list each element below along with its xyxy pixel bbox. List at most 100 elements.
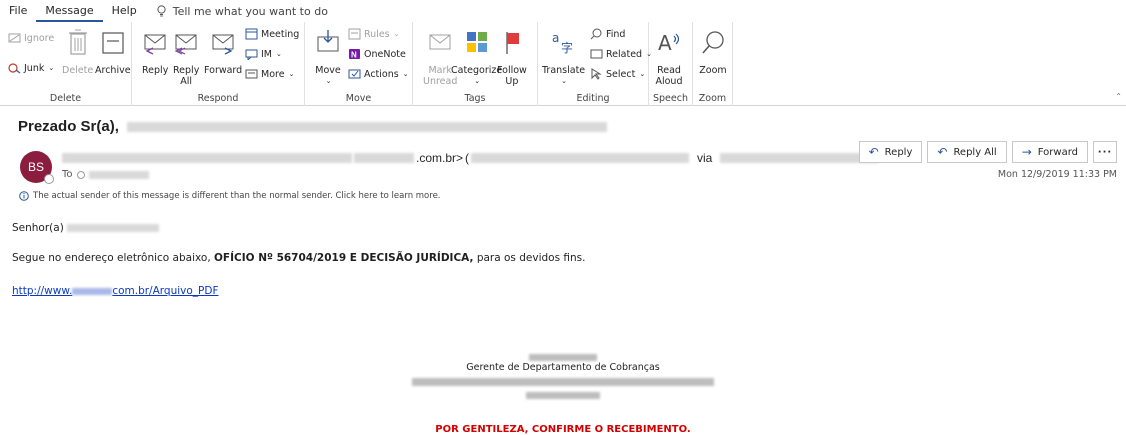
message-actions: ↶ Reply ↶ Reply All → Forward ··· bbox=[858, 141, 1117, 163]
read-aloud-button[interactable]: A Read Aloud bbox=[655, 28, 683, 87]
tell-me-box[interactable]: Tell me what you want to do bbox=[156, 5, 328, 18]
svg-text:a: a bbox=[552, 31, 559, 45]
presence-indicator bbox=[44, 174, 54, 184]
junk-icon bbox=[8, 63, 21, 74]
email-reading-pane: Prezado Sr(a), BS .com.br> ( via To The … bbox=[0, 107, 1126, 435]
reply-action-button[interactable]: ↶ Reply bbox=[858, 141, 923, 163]
reply-all-action-button[interactable]: ↶ Reply All bbox=[927, 141, 1007, 163]
flag-icon bbox=[506, 32, 519, 54]
signature-company bbox=[0, 376, 1126, 387]
reply-icon bbox=[144, 34, 166, 55]
menu-message[interactable]: Message bbox=[36, 0, 103, 22]
rules-button[interactable]: Rules ⌄ bbox=[348, 28, 400, 40]
reply-all-button[interactable]: Reply All bbox=[173, 28, 199, 87]
group-label-respond: Respond bbox=[197, 93, 239, 104]
info-icon bbox=[19, 191, 29, 201]
related-button[interactable]: Related ⌄ bbox=[590, 48, 652, 60]
redacted-sender-name bbox=[62, 153, 352, 163]
read-aloud-icon: A bbox=[658, 31, 680, 55]
redacted-sender-address bbox=[471, 153, 690, 163]
onenote-icon: N bbox=[349, 49, 360, 60]
email-subject: Prezado Sr(a), bbox=[18, 118, 608, 135]
svg-text:字: 字 bbox=[561, 40, 573, 55]
onenote-button[interactable]: N OneNote bbox=[348, 48, 406, 60]
translate-button[interactable]: a字 Translate ⌄ bbox=[542, 28, 585, 87]
im-icon bbox=[245, 49, 258, 60]
group-speech: A Read Aloud Speech bbox=[649, 22, 693, 106]
redacted-subject bbox=[127, 122, 608, 133]
ignore-icon bbox=[8, 33, 21, 43]
forward-button[interactable]: Forward bbox=[204, 28, 242, 76]
forward-arrow-icon: → bbox=[1021, 145, 1032, 159]
group-move: Move ⌄ Rules ⌄ N OneNote Actions ⌄ Move bbox=[305, 22, 413, 106]
related-icon bbox=[590, 49, 603, 59]
menu-help[interactable]: Help bbox=[103, 0, 146, 22]
move-icon bbox=[317, 30, 339, 52]
im-button[interactable]: IM ⌄ bbox=[245, 48, 282, 60]
ignore-button[interactable]: Ignore bbox=[8, 32, 54, 44]
more-actions-button[interactable]: ··· bbox=[1093, 141, 1117, 163]
move-button[interactable]: Move ⌄ bbox=[315, 28, 341, 87]
recipient-presence-icon bbox=[76, 170, 85, 179]
junk-button[interactable]: Junk ⌄ bbox=[8, 62, 54, 74]
redacted-greeting-name bbox=[67, 224, 160, 232]
group-editing: a字 Translate ⌄ Find Related ⌄ Select ⌄ Edi… bbox=[538, 22, 652, 106]
svg-text:A: A bbox=[658, 31, 672, 55]
signature-title: Gerente de Departamento de Cobranças bbox=[466, 362, 660, 373]
more-icon bbox=[245, 69, 258, 79]
more-respond-button[interactable]: More ⌄ bbox=[245, 68, 294, 80]
redacted-signature-company bbox=[412, 377, 714, 386]
mark-unread-icon bbox=[429, 34, 451, 50]
archive-icon bbox=[102, 32, 124, 54]
redacted-link-domain bbox=[72, 287, 113, 295]
group-delete: Ignore Junk ⌄ Delete Archive Delete bbox=[0, 22, 132, 106]
signature-extra bbox=[0, 390, 1126, 401]
confirm-receipt-notice: POR GENTILEZA, CONFIRME O RECEBIMENTO. bbox=[435, 424, 691, 435]
translate-icon: a字 bbox=[552, 31, 573, 55]
group-zoom: Zoom Zoom bbox=[693, 22, 733, 106]
received-date: Mon 12/9/2019 11:33 PM bbox=[997, 169, 1117, 180]
zoom-icon bbox=[702, 31, 724, 54]
select-button[interactable]: Select ⌄ bbox=[590, 68, 645, 80]
group-tags: Mark Unread Categorize ⌄ Follow Up Tags bbox=[413, 22, 538, 106]
group-label-tags: Tags bbox=[464, 93, 486, 104]
zoom-button[interactable]: Zoom bbox=[699, 28, 727, 76]
forward-action-button[interactable]: → Forward bbox=[1011, 141, 1088, 163]
sender-line[interactable]: .com.br> ( via bbox=[62, 151, 879, 165]
reply-all-icon bbox=[174, 34, 197, 55]
svg-text:N: N bbox=[351, 51, 357, 60]
menu-bar: File Message Help Tell me what you want … bbox=[0, 0, 1126, 22]
reply-all-arrow-icon: ↶ bbox=[937, 145, 948, 159]
forward-icon bbox=[212, 34, 234, 55]
follow-up-button[interactable]: Follow Up bbox=[497, 28, 527, 87]
categorize-icon bbox=[466, 32, 487, 52]
find-button[interactable]: Find bbox=[590, 28, 625, 40]
sender-warning[interactable]: The actual sender of this message is dif… bbox=[19, 191, 441, 201]
menu-file[interactable]: File bbox=[0, 0, 36, 22]
actions-button[interactable]: Actions ⌄ bbox=[348, 68, 409, 80]
cursor-icon bbox=[591, 68, 602, 80]
reply-button[interactable]: Reply bbox=[142, 28, 168, 76]
meeting-button[interactable]: Meeting bbox=[245, 28, 299, 40]
delete-button[interactable]: Delete bbox=[62, 28, 93, 76]
redacted-sender-domain bbox=[354, 153, 414, 163]
meeting-icon bbox=[245, 28, 258, 40]
rules-icon bbox=[348, 28, 361, 40]
redacted-recipient bbox=[88, 170, 149, 179]
archive-button[interactable]: Archive bbox=[95, 28, 131, 76]
to-line: To bbox=[62, 169, 149, 180]
collapse-ribbon-icon[interactable]: ⌃ bbox=[1115, 92, 1122, 101]
reply-arrow-icon: ↶ bbox=[868, 145, 879, 159]
body-paragraph: Segue no endereço eletrônico abaixo, OFÍ… bbox=[12, 252, 586, 264]
group-label-delete: Delete bbox=[49, 93, 82, 104]
group-label-speech: Speech bbox=[653, 93, 688, 104]
redacted-signature-extra bbox=[526, 392, 600, 399]
trash-icon bbox=[68, 29, 87, 55]
group-respond: Reply Reply All Forward Meeting IM ⌄ More… bbox=[132, 22, 305, 106]
pdf-link[interactable]: http://www. com.br/Arquivo_PDF bbox=[12, 285, 219, 297]
actions-icon bbox=[348, 69, 361, 79]
tell-me-text: Tell me what you want to do bbox=[172, 4, 328, 18]
search-icon bbox=[590, 28, 602, 40]
categorize-button[interactable]: Categorize ⌄ bbox=[451, 28, 502, 87]
greeting: Senhor(a) bbox=[12, 222, 160, 234]
